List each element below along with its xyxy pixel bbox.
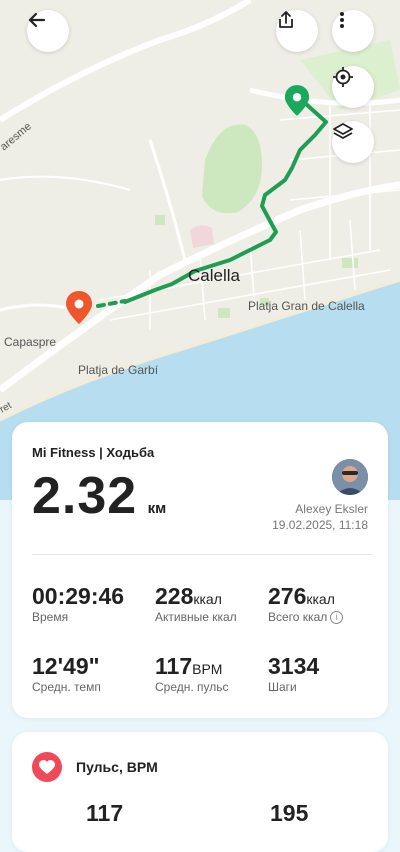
- stat-value: 3134: [268, 653, 320, 679]
- workout-source: Mi Fitness | Ходьба: [32, 445, 155, 460]
- workout-datetime: 19.02.2025, 11:18: [272, 518, 368, 532]
- stat-label: Шаги: [268, 680, 297, 694]
- user-name: Alexey Eksler: [295, 502, 368, 516]
- share-icon: [279, 11, 293, 28]
- stat-label-text: Всего ккал: [268, 610, 328, 624]
- divider: [32, 554, 372, 555]
- locate-button[interactable]: [332, 66, 374, 108]
- heart-icon: [39, 759, 55, 774]
- stat-unit: BPM: [192, 661, 223, 677]
- stat-unit: ккал: [193, 591, 222, 607]
- workout-summary-card: Mi Fitness | Ходьба 2.32 км Alexey Eksle…: [12, 422, 388, 718]
- heart-icon-badge: [32, 752, 62, 782]
- location-pin-icon: [66, 291, 92, 324]
- stat-label: Активные ккал: [155, 610, 237, 624]
- stat-value: 276: [268, 583, 307, 609]
- stat-value: 00:29:46: [32, 583, 125, 609]
- user-avatar-icon: [332, 459, 368, 495]
- share-button[interactable]: [276, 10, 318, 52]
- beach-label-garbi: Platja de Garbí: [78, 363, 159, 377]
- stat-value: 117: [155, 653, 193, 679]
- arrow-left-icon: [28, 12, 46, 28]
- stat-value: 12'49": [32, 653, 100, 679]
- stat-value: 228: [155, 583, 194, 609]
- heart-rate-card[interactable]: Пульс, BPM 117 195: [12, 732, 388, 852]
- start-pin[interactable]: [64, 290, 94, 326]
- stat-unit: ккал: [306, 591, 335, 607]
- heart-rate-title: Пульс, BPM: [76, 759, 158, 775]
- more-button[interactable]: [332, 10, 374, 52]
- city-label: Calella: [188, 266, 240, 285]
- location-pin-icon: [284, 85, 310, 116]
- end-pin[interactable]: [283, 84, 311, 118]
- stat-label: Средн. пульс: [155, 680, 229, 694]
- place-label-capaspre: l Capaspre: [0, 335, 57, 349]
- crosshair-icon: [333, 67, 353, 87]
- back-button[interactable]: [27, 10, 69, 52]
- info-icon[interactable]: i: [330, 610, 344, 624]
- stat-label: Всего ккал i: [268, 610, 344, 624]
- distance-value: 2.32 км: [32, 466, 166, 526]
- distance-unit: км: [147, 500, 167, 517]
- layers-icon: [333, 123, 353, 139]
- stat-label: Средн. темп: [32, 680, 101, 694]
- distance-number: 2.32: [32, 467, 138, 525]
- more-vertical-icon: [340, 12, 344, 28]
- beach-label-gran: Platja Gran de Calella: [248, 299, 365, 313]
- layers-button[interactable]: [332, 121, 374, 163]
- avatar[interactable]: [332, 459, 368, 495]
- stat-label: Время: [32, 610, 69, 624]
